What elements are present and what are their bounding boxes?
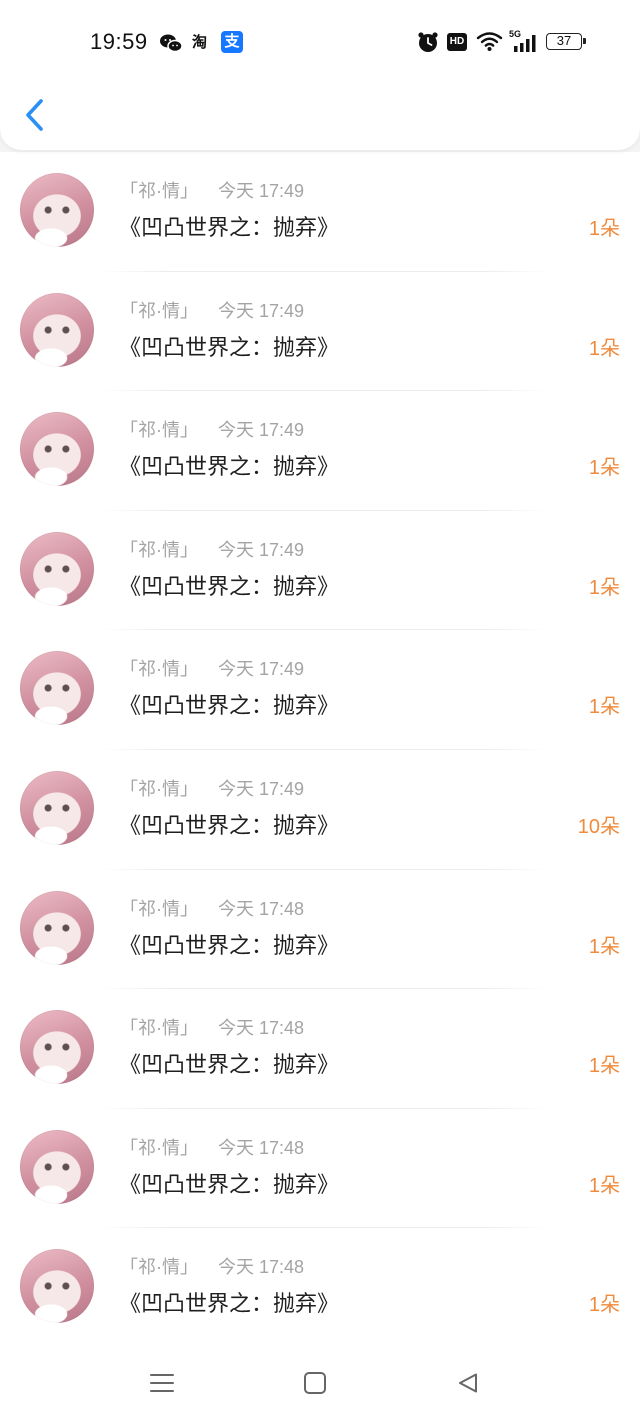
record-time: 今天 17:49: [218, 778, 305, 799]
sender-name: 「祁·情」: [120, 659, 198, 680]
sender-name: 「祁·情」: [120, 898, 198, 919]
sender-name: 「祁·情」: [120, 420, 198, 441]
home-square-icon[interactable]: [304, 1372, 326, 1394]
gift-amount: 1朵: [588, 218, 620, 240]
list-item[interactable]: 「祁·情」 今天 17:48 《凹凸世界之：抛弃》 1朵: [0, 1109, 640, 1229]
record-time: 今天 17:49: [218, 181, 305, 201]
record-time: 今天 17:49: [218, 420, 305, 441]
record-time: 今天 17:49: [218, 300, 305, 321]
work-title: 《凹凸世界之：抛弃》: [119, 1291, 340, 1317]
system-nav-bar: [0, 1348, 640, 1422]
status-time: 19:59: [90, 29, 148, 54]
list-item[interactable]: 「祁·情」 今天 17:48 《凹凸世界之：抛弃》 1朵: [0, 989, 640, 1109]
signal-icon: [512, 33, 538, 53]
record-time: 今天 17:48: [218, 1137, 305, 1158]
avatar[interactable]: [20, 173, 94, 247]
list-item[interactable]: 「祁·情」 今天 17:48 《凹凸世界之：抛弃》 1朵: [0, 870, 640, 990]
gift-amount: 1朵: [588, 1174, 620, 1197]
record-time: 今天 17:48: [218, 898, 305, 919]
hd-icon: HD: [447, 33, 467, 51]
record-time: 今天 17:49: [218, 659, 305, 680]
work-title: 《凹凸世界之：抛弃》: [119, 812, 340, 838]
work-title: 《凹凸世界之：抛弃》: [119, 1171, 340, 1197]
back-button[interactable]: [20, 96, 50, 134]
record-time: 今天 17:48: [218, 1018, 305, 1039]
list-item[interactable]: 「祁·情」 今天 17:48 《凹凸世界之：抛弃》 1朵: [0, 1228, 640, 1348]
top-header: 19:59 淘 支 HD 5G 37: [0, 0, 640, 151]
list-item[interactable]: 「祁·情」 今天 17:49 《凹凸世界之：抛弃》 1朵: [0, 272, 640, 392]
work-title: 《凹凸世界之：抛弃》: [119, 693, 340, 719]
work-title: 《凹凸世界之：抛弃》: [119, 334, 340, 360]
avatar[interactable]: [20, 531, 94, 606]
work-title: 《凹凸世界之：抛弃》: [119, 215, 340, 240]
taobao-icon: 淘: [192, 34, 208, 51]
work-title: 《凹凸世界之：抛弃》: [119, 1052, 340, 1078]
sender-name: 「祁·情」: [120, 539, 198, 560]
sender-name: 「祁·情」: [120, 1018, 198, 1039]
avatar[interactable]: [20, 292, 94, 367]
work-title: 《凹凸世界之：抛弃》: [119, 454, 340, 480]
sender-name: 「祁·情」: [120, 1137, 198, 1158]
sender-name: 「祁·情」: [120, 300, 198, 321]
avatar[interactable]: [20, 770, 94, 845]
gift-amount: 1朵: [588, 337, 620, 360]
gift-amount: 1朵: [588, 1294, 620, 1317]
record-time: 今天 17:48: [218, 1257, 305, 1278]
avatar[interactable]: [20, 1129, 94, 1204]
avatar[interactable]: [20, 890, 94, 965]
sender-name: 「祁·情」: [120, 778, 198, 799]
alipay-icon: 支: [221, 31, 243, 53]
list-item[interactable]: 「祁·情」 今天 17:49 《凹凸世界之：抛弃》 1朵: [0, 630, 640, 750]
record-time: 今天 17:49: [218, 539, 305, 560]
gift-amount: 1朵: [588, 696, 620, 719]
gift-amount: 1朵: [588, 576, 620, 599]
battery-icon: 37: [546, 33, 586, 50]
chevron-left-icon: [26, 99, 43, 131]
gift-amount: 1朵: [588, 1055, 620, 1078]
work-title: 《凹凸世界之：抛弃》: [119, 573, 340, 599]
gift-amount: 10朵: [577, 815, 620, 838]
avatar[interactable]: [20, 412, 94, 487]
avatar[interactable]: [20, 1010, 94, 1085]
avatar[interactable]: [20, 1249, 94, 1324]
back-triangle-icon[interactable]: [456, 1371, 480, 1395]
avatar[interactable]: [20, 651, 94, 726]
list-item[interactable]: 「祁·情」 今天 17:49 《凹凸世界之：抛弃》 1朵: [0, 511, 640, 631]
sender-name: 「祁·情」: [120, 181, 198, 201]
gift-record-list: 「祁·情」 今天 17:49 《凹凸世界之：抛弃》 1朵 「祁·情」 今天 17…: [0, 152, 640, 1348]
menu-icon[interactable]: [150, 1372, 174, 1394]
list-item[interactable]: 「祁·情」 今天 17:49 《凹凸世界之：抛弃》 1朵: [0, 152, 640, 272]
gift-amount: 1朵: [588, 935, 620, 958]
sender-name: 「祁·情」: [120, 1257, 198, 1278]
work-title: 《凹凸世界之：抛弃》: [119, 932, 340, 958]
list-item[interactable]: 「祁·情」 今天 17:49 《凹凸世界之：抛弃》 1朵: [0, 391, 640, 511]
gift-amount: 1朵: [588, 457, 620, 480]
wechat-icon: [159, 33, 183, 53]
wifi-icon: [476, 31, 503, 52]
list-item[interactable]: 「祁·情」 今天 17:49 《凹凸世界之：抛弃》 10朵: [0, 750, 640, 870]
alarm-icon: [417, 31, 439, 53]
